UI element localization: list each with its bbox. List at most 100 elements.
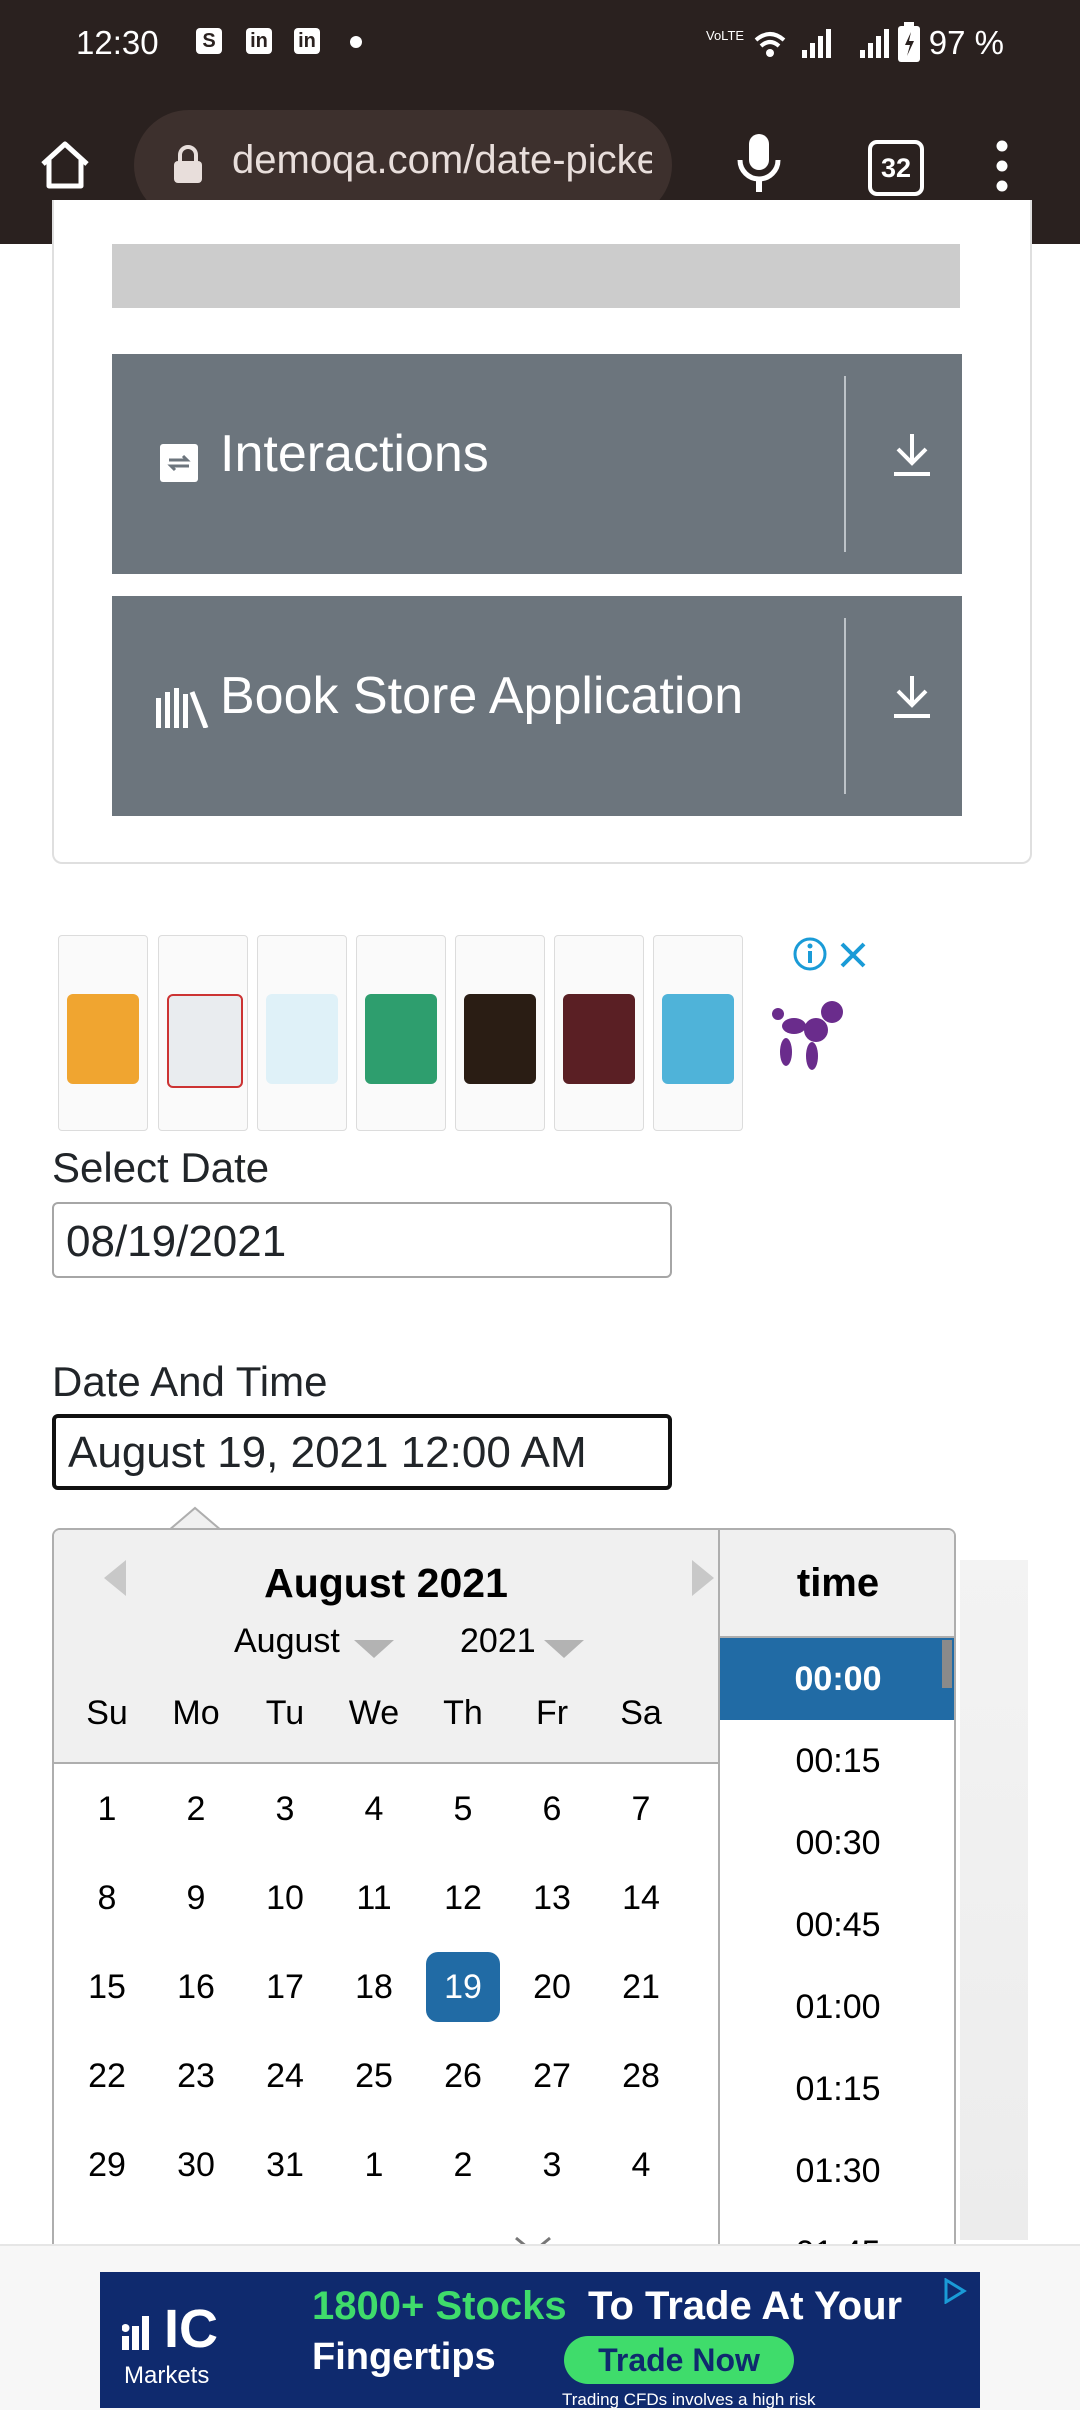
time-option[interactable]: 00:15 — [720, 1720, 954, 1802]
calendar-day[interactable]: 3 — [508, 2130, 596, 2200]
calendar-day[interactable]: 22 — [63, 2041, 151, 2111]
weekday-label: Tu — [265, 1694, 305, 1732]
adchoices-icon[interactable] — [942, 2278, 968, 2304]
time-option[interactable]: 01:00 — [720, 1966, 954, 2048]
calendar-day[interactable]: 6 — [508, 1774, 596, 1844]
calendar-day[interactable]: 25 — [330, 2041, 418, 2111]
url-text[interactable]: demoqa.com/date-picker — [232, 138, 652, 192]
download-icon[interactable] — [890, 430, 934, 478]
calendar-day[interactable]: 31 — [241, 2130, 329, 2200]
calendar-day[interactable]: 3 — [241, 1774, 329, 1844]
calendar-day[interactable]: 21 — [597, 1952, 685, 2022]
interactions-icon — [160, 444, 198, 482]
status-bar: 12:30 S in in VoLTE 97 % — [0, 0, 1080, 88]
calendar-day[interactable]: 10 — [241, 1863, 329, 1933]
divider — [844, 618, 846, 794]
calendar-day[interactable]: 26 — [419, 2041, 507, 2111]
signal-wifi-icon: VoLTE — [706, 28, 831, 58]
time-option[interactable]: 00:30 — [720, 1802, 954, 1884]
select-date-input[interactable]: 08/19/2021 — [52, 1202, 672, 1278]
group-label: Interactions — [220, 425, 489, 483]
chevron-down-icon[interactable] — [544, 1640, 584, 1658]
svg-text:VoLTE: VoLTE — [706, 28, 744, 43]
calendar-day[interactable]: 15 — [63, 1952, 151, 2022]
more-options-icon[interactable] — [990, 140, 1014, 192]
selected-time-option[interactable]: 00:00 — [720, 1638, 954, 1720]
ad-product-image[interactable] — [455, 935, 545, 1131]
weekday-label: Sa — [620, 1694, 662, 1732]
calendar-day[interactable]: 28 — [597, 2041, 685, 2111]
group-label: Book Store Application — [220, 667, 744, 725]
calendar-day[interactable]: 4 — [330, 1774, 418, 1844]
calendar-day[interactable]: 1 — [330, 2130, 418, 2200]
selected-calendar-day[interactable]: 19 — [426, 1952, 500, 2022]
brand-subtitle: Markets — [124, 2362, 210, 2389]
time-option[interactable]: 01:30 — [720, 2130, 954, 2212]
calendar-day[interactable]: 27 — [508, 2041, 596, 2111]
ad-product-image[interactable] — [158, 935, 248, 1131]
calendar-day[interactable]: 16 — [152, 1952, 240, 2022]
calendar-day[interactable]: 12 — [419, 1863, 507, 1933]
calendar-day[interactable]: 7 — [597, 1774, 685, 1844]
divider — [844, 376, 846, 552]
calendar-day[interactable]: 2 — [152, 1774, 240, 1844]
time-option[interactable]: 01:15 — [720, 2048, 954, 2130]
weekday-label: Fr — [535, 1694, 569, 1732]
calendar-day[interactable]: 4 — [597, 2130, 685, 2200]
accordion-group-interactions[interactable]: Interactions — [112, 354, 962, 574]
lock-icon — [174, 145, 202, 183]
calendar-day[interactable]: 17 — [241, 1952, 329, 2022]
calendar-day[interactable]: 8 — [63, 1863, 151, 1933]
ad-product-image[interactable] — [58, 935, 148, 1131]
ad-product-image[interactable] — [257, 935, 347, 1131]
date-and-time-label: Date And Time — [52, 1358, 328, 1405]
calendar-day[interactable]: 20 — [508, 1952, 596, 2022]
time-list: time 00:00 00:15 00:30 00:45 01:00 01:15 01:30… — [718, 1530, 954, 2252]
linkedin-icon: in — [246, 28, 272, 54]
more-notifications-dot-icon — [350, 36, 362, 48]
ad-close-icon[interactable] — [838, 940, 868, 970]
select-date-label: Select Date — [52, 1144, 270, 1191]
ad-product-image[interactable] — [356, 935, 446, 1131]
calendar-day[interactable]: 14 — [597, 1863, 685, 1933]
books-icon — [156, 688, 209, 728]
time-list-scrollbar[interactable] — [942, 1640, 952, 1688]
time-header: time — [720, 1530, 954, 1638]
weekday-label: Th — [443, 1694, 483, 1732]
calendar-day[interactable]: 24 — [241, 2041, 329, 2111]
datepicker-header: August 2021 August 2021 Su Mo Tu We Th Fr Sa — [54, 1530, 718, 1764]
calendar-day[interactable]: 29 — [63, 2130, 151, 2200]
ad-product-image[interactable] — [653, 935, 743, 1131]
tab-switcher-button[interactable]: 32 — [868, 140, 924, 196]
date-and-time-input[interactable]: August 19, 2021 12:00 AM — [52, 1414, 672, 1490]
calendar-day[interactable]: 30 — [152, 2130, 240, 2200]
linkedin-icon: in — [294, 28, 320, 54]
notification-icon: S — [196, 28, 222, 54]
next-month-icon[interactable] — [692, 1560, 714, 1596]
time-option[interactable]: 00:45 — [720, 1884, 954, 1966]
microphone-icon[interactable] — [734, 132, 784, 196]
balloon-dog-logo-icon — [772, 1001, 843, 1070]
calendar-day[interactable]: 23 — [152, 2041, 240, 2111]
weekday-label: Su — [86, 1694, 128, 1732]
trade-now-button[interactable]: Trade Now — [564, 2336, 794, 2384]
home-icon[interactable] — [38, 138, 92, 192]
status-time: 12:30 — [76, 24, 159, 61]
calendar-day[interactable]: 1 — [63, 1774, 151, 1844]
calendar-day[interactable]: 9 — [152, 1863, 240, 1933]
chevron-down-icon[interactable] — [354, 1640, 394, 1658]
calendar-day[interactable]: 2 — [419, 2130, 507, 2200]
calendar-day[interactable]: 11 — [330, 1863, 418, 1933]
download-icon[interactable] — [890, 672, 934, 720]
calendar-day[interactable]: 13 — [508, 1863, 596, 1933]
bottom-banner-ad[interactable]: IC Markets 1800+ Stocks To Trade At Your… — [100, 2272, 980, 2408]
ad-info-icon[interactable] — [792, 936, 828, 972]
ad-product-image[interactable] — [554, 935, 644, 1131]
year-select[interactable]: 2021 — [460, 1622, 536, 1661]
calendar-day[interactable]: 18 — [330, 1952, 418, 2022]
brand-name: IC — [164, 2299, 218, 2359]
month-select[interactable]: August — [234, 1622, 340, 1661]
accordion-group-book-store[interactable]: Book Store Application — [112, 596, 962, 816]
current-month-title: August 2021 — [264, 1560, 508, 1606]
calendar-day[interactable]: 5 — [419, 1774, 507, 1844]
